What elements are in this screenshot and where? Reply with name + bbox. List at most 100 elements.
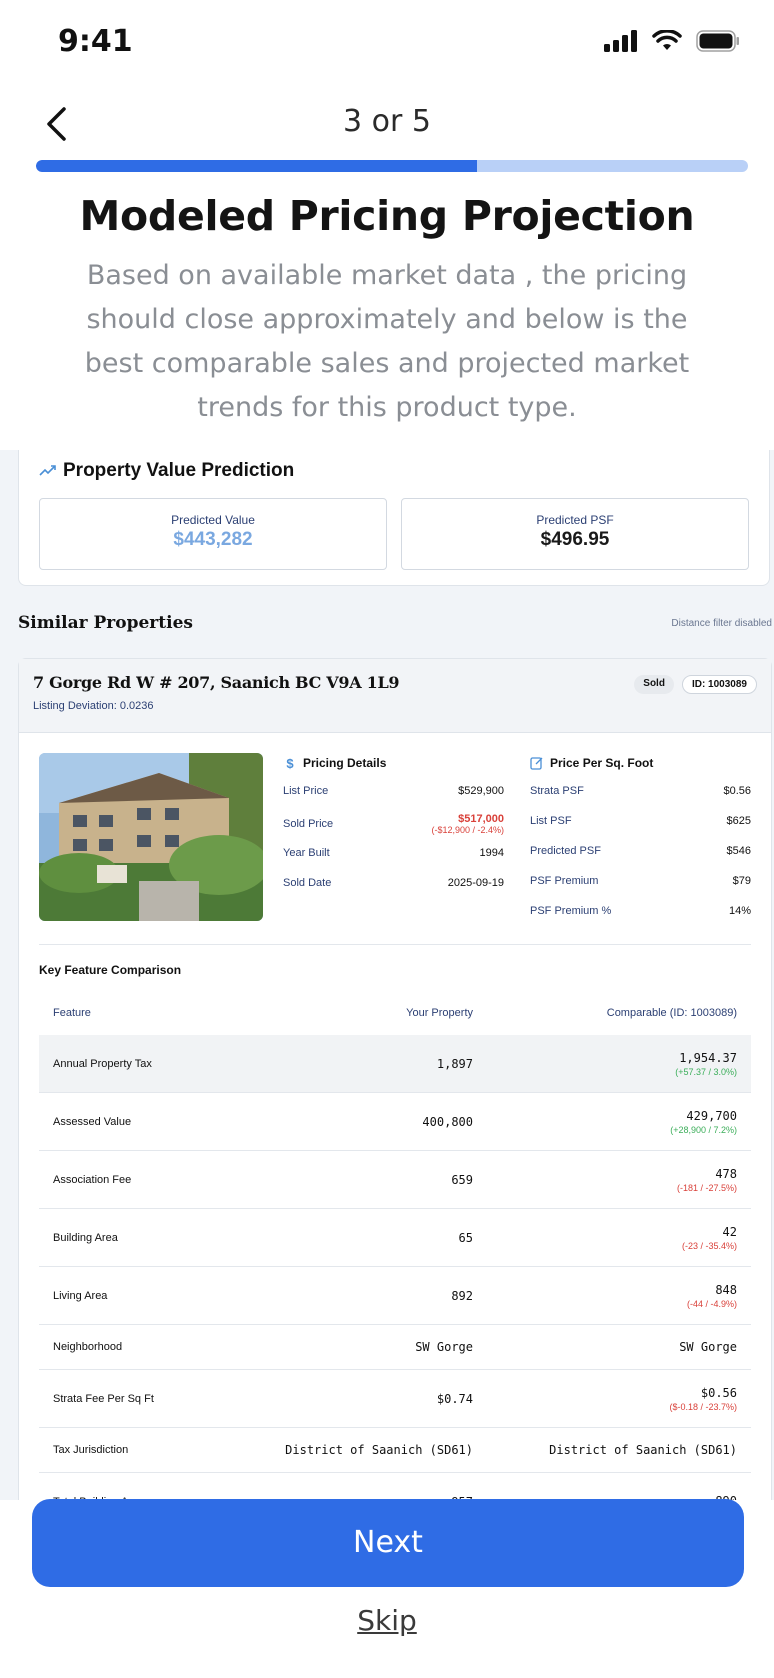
feature-cell: Living Area	[53, 1289, 108, 1302]
your-property-cell: $0.74	[436, 1391, 473, 1406]
status-icons	[604, 30, 740, 52]
page-subtitle: Based on available market data , the pri…	[84, 260, 690, 423]
feature-cell: Strata Fee Per Sq Ft	[53, 1392, 154, 1405]
predicted-value-label: Predicted Value	[171, 513, 255, 527]
psf-label: Predicted PSF	[530, 845, 601, 857]
predicted-value-box: Predicted Value $443,282	[39, 498, 387, 570]
pricing-details-header: $ Pricing Details	[283, 753, 504, 773]
year-built-row: Year Built 1994	[283, 847, 504, 865]
table-row: Association Fee 659 478 (-181 / -27.5%)	[39, 1151, 751, 1209]
comparable-value: 42	[722, 1224, 737, 1239]
status-bar: 9:41	[0, 0, 774, 86]
property-photo	[39, 753, 263, 921]
sold-price-value: $517,000	[458, 813, 504, 825]
psf-row: Strata PSF $0.56	[530, 785, 751, 803]
psf-label: PSF Premium	[530, 875, 599, 887]
table-row: Tax Jurisdiction District of Saanich (SD6…	[39, 1428, 751, 1473]
your-property-cell: 400,800	[422, 1114, 473, 1129]
comparison-table: Feature Your Property Comparable (ID: 10…	[39, 991, 751, 1500]
predicted-psf-value: $496.95	[540, 529, 610, 550]
your-property-cell: 892	[451, 1288, 473, 1303]
predicted-psf-box: Predicted PSF $496.95	[401, 498, 749, 570]
dollar-icon: $	[286, 755, 294, 771]
feature-cell: Association Fee	[53, 1173, 132, 1186]
status-badge: Sold	[634, 675, 674, 694]
header-block: Modeled Pricing Projection Based on avai…	[0, 172, 774, 450]
sold-price-label: Sold Price	[283, 818, 334, 830]
psf-row: List PSF $625	[530, 815, 751, 833]
comparable-value: 848	[715, 1282, 737, 1297]
psf-row: Predicted PSF $546	[530, 845, 751, 863]
sold-price-values: $517,000 (-$12,900 / -2.4%)	[431, 813, 504, 835]
comparable-value: 478	[715, 1166, 737, 1181]
table-row: Neighborhood SW Gorge SW Gorge	[39, 1325, 751, 1370]
psf-label: List PSF	[530, 815, 572, 827]
psf-value: $546	[726, 845, 751, 857]
header-comparable: Comparable (ID: 1003089)	[606, 1007, 737, 1019]
progress-bar-fill	[36, 160, 478, 172]
scroll-content[interactable]: Modeled Pricing Projection Based on avai…	[0, 172, 774, 1500]
your-property-cell: District of Saanich (SD61)	[285, 1443, 473, 1457]
listing-deviation: Listing Deviation: 0.0236	[33, 700, 154, 712]
table-row: Assessed Value 400,800 429,700 (+28,900 / 7…	[39, 1093, 751, 1151]
header-feature: Feature	[53, 1007, 91, 1019]
table-row: Building Area 65 42 (-23 / -35.4%)	[39, 1209, 751, 1267]
property-body: $ Pricing Details List Price $529,900 So…	[39, 733, 751, 945]
comparable-value: 1,954.37	[679, 1050, 737, 1065]
list-price-label: List Price	[283, 785, 329, 797]
prediction-boxes: Predicted Value $443,282 Predicted PSF $…	[39, 498, 749, 570]
next-button[interactable]: Next	[32, 1499, 744, 1587]
comparable-cell: 478 (-181 / -27.5%)	[473, 1167, 737, 1193]
comparable-delta: (-181 / -27.5%)	[676, 1182, 737, 1193]
comparable-cell: District of Saanich (SD61)	[473, 1443, 737, 1457]
battery-icon	[696, 30, 739, 52]
sold-date-label: Sold Date	[283, 877, 332, 889]
comparable-cell: 1,954.37 (+57.37 / 3.0%)	[473, 1051, 737, 1077]
feature-cell: Neighborhood	[53, 1341, 123, 1353]
cellular-signal-icon	[604, 30, 637, 52]
comparable-value: District of Saanich (SD61)	[549, 1443, 737, 1457]
edit-square-icon	[530, 757, 543, 770]
comparable-delta: (-44 / -4.9%)	[686, 1298, 737, 1309]
comparison-rows: Annual Property Tax 1,897 1,954.37 (+57.37 …	[39, 1035, 751, 1500]
psf-value: 14%	[728, 905, 751, 917]
comparable-delta: (-23 / -35.4%)	[681, 1240, 737, 1251]
top-nav: 3 or 5	[0, 86, 774, 156]
comparable-delta: (+28,900 / 7.2%)	[670, 1124, 737, 1135]
similar-properties-header: Similar Properties Distance filter disab…	[0, 586, 774, 640]
comparable-cell: 848 (-44 / -4.9%)	[473, 1283, 737, 1309]
prediction-title: Property Value Prediction	[63, 460, 295, 481]
feature-cell: Assessed Value	[53, 1115, 132, 1128]
comparable-cell: SW Gorge	[473, 1340, 737, 1354]
psf-label: Strata PSF	[530, 785, 584, 797]
distance-filter-note: Distance filter disabled	[671, 617, 772, 629]
pricing-details-title: Pricing Details	[303, 756, 387, 770]
sold-date-row: Sold Date 2025-09-19	[283, 877, 504, 895]
property-value-prediction-card: Property Value Prediction Predicted Valu…	[18, 450, 770, 586]
skip-link[interactable]: Skip	[0, 1604, 774, 1637]
predicted-psf-label: Predicted PSF	[536, 513, 614, 527]
header-your-property: Your Property	[406, 1007, 473, 1019]
list-price-value: $529,900	[458, 785, 504, 797]
wifi-icon	[652, 30, 682, 50]
prediction-header: Property Value Prediction	[39, 450, 749, 486]
similar-properties-title: Similar Properties	[18, 613, 193, 633]
progress-bar	[36, 160, 748, 172]
comparable-cell: 42 (-23 / -35.4%)	[473, 1225, 737, 1251]
comparable-delta: ($-0.18 / -23.7%)	[669, 1401, 737, 1412]
year-built-label: Year Built	[283, 847, 330, 859]
sold-date-value: 2025-09-19	[447, 877, 504, 889]
list-price-row: List Price $529,900	[283, 785, 504, 803]
comparable-value: 429,700	[686, 1108, 737, 1123]
predicted-value: $443,282	[173, 529, 253, 550]
property-badges: Sold ID: 1003089	[634, 675, 757, 694]
pricing-details: $ Pricing Details List Price $529,900 So…	[283, 753, 504, 944]
comparable-value: $0.56	[700, 1385, 737, 1400]
step-indicator: 3 or 5	[343, 104, 431, 139]
psf-value: $79	[732, 875, 751, 887]
sold-price-delta: (-$12,900 / -2.4%)	[431, 825, 504, 835]
your-property-cell: SW Gorge	[415, 1340, 473, 1354]
property-header: 7 Gorge Rd W # 207, Saanich BC V9A 1L9 L…	[19, 659, 771, 733]
table-row: Annual Property Tax 1,897 1,954.37 (+57.37 …	[39, 1035, 751, 1093]
psf-value: $625	[726, 815, 751, 827]
